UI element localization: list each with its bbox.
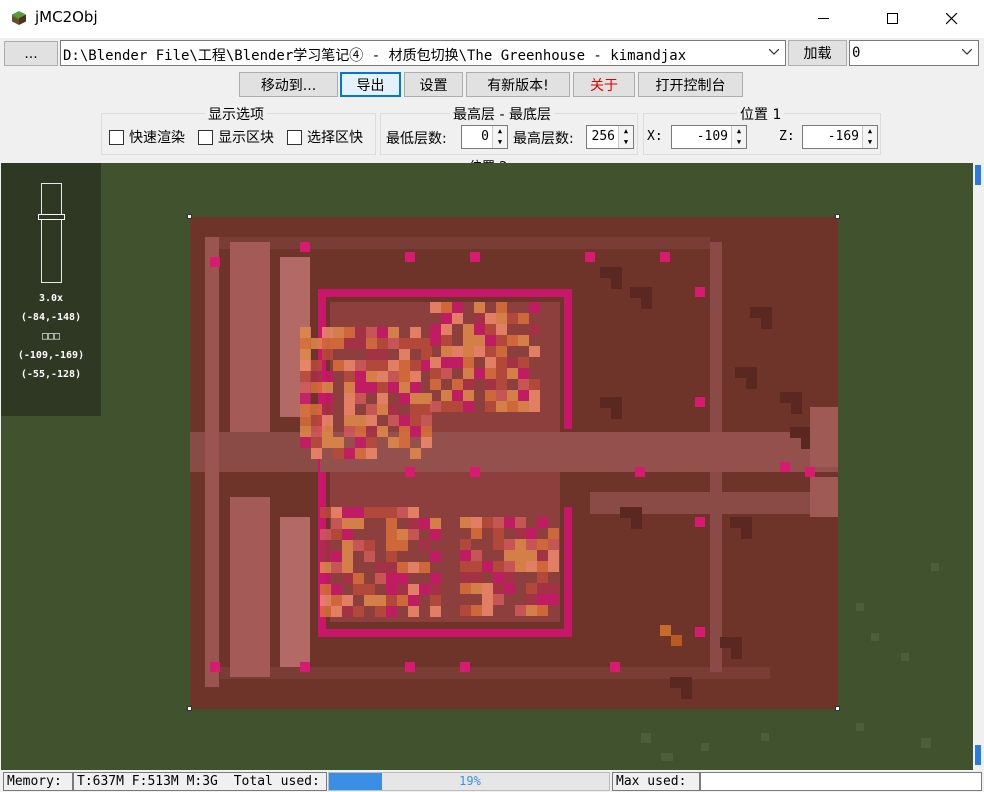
zoom-slider-thumb[interactable] — [38, 214, 65, 220]
spin-down-icon[interactable]: ▼ — [619, 137, 633, 148]
spin-up-icon[interactable]: ▲ — [732, 126, 746, 137]
minimize-button[interactable] — [801, 0, 847, 38]
selection-end-coords: (-55,-128) — [20, 369, 82, 380]
window-title: jMC2Obj — [35, 8, 98, 26]
spin-down-icon[interactable]: ▼ — [493, 137, 507, 148]
x-label: X: — [647, 129, 663, 144]
browse-button[interactable]: ... — [4, 41, 58, 66]
load-button[interactable]: 加载 — [788, 40, 847, 66]
scroll-top-indicator[interactable] — [975, 165, 981, 185]
spin-up-icon[interactable]: ▲ — [863, 126, 877, 137]
memory-value: T:637M F:513M M:3G — [77, 774, 218, 789]
resize-handle[interactable] — [835, 214, 840, 219]
memory-label: Memory: — [3, 772, 73, 791]
max-used-label: Max used: — [612, 772, 700, 791]
world-path-combobox[interactable]: D:\Blender File\工程\Blender学习笔记④ - 材质包切换\… — [60, 40, 786, 66]
max-layer-label: 最高层数: — [513, 131, 574, 147]
spin-up-icon[interactable]: ▲ — [493, 126, 507, 137]
move-to-button[interactable]: 移动到... — [239, 72, 338, 97]
zoom-level: 3.0x — [38, 293, 64, 304]
min-layer-label: 最低层数: — [386, 131, 447, 147]
spin-down-icon[interactable]: ▼ — [732, 137, 746, 148]
fast-render-checkbox[interactable]: 快速渲染 — [109, 127, 185, 147]
chevron-down-icon — [962, 49, 972, 55]
dimension-combobox[interactable]: 0 — [849, 40, 979, 66]
close-button[interactable] — [929, 0, 975, 38]
spin-up-icon[interactable]: ▲ — [619, 126, 633, 137]
select-chunks-label: 选择区快 — [307, 130, 363, 146]
position-title: 位置 1 — [737, 104, 785, 124]
total-used-progress: 19% — [328, 772, 610, 791]
scroll-bottom-indicator[interactable] — [975, 745, 981, 765]
chevron-down-icon — [769, 49, 779, 55]
min-layer-value: 0 — [481, 129, 489, 144]
z-label: Z: — [779, 129, 795, 144]
show-chunks-label: 显示区块 — [218, 130, 274, 146]
z-value: -169 — [827, 129, 859, 144]
map-preview[interactable]: 3.0x (-84,-148) □□□ (-109,-169) (-55,-12… — [1, 163, 973, 770]
maximize-button[interactable] — [870, 0, 916, 38]
min-layer-spinner[interactable]: 0 ▲ ▼ — [461, 125, 508, 149]
display-options-title: 显示选项 — [205, 104, 267, 124]
show-chunks-checkbox[interactable]: 显示区块 — [198, 127, 274, 147]
total-used-label: Total used: — [233, 774, 320, 789]
layers-title: 最高层 - 最底层 — [450, 104, 554, 124]
fast-render-label: 快速渲染 — [129, 130, 185, 146]
checkbox-box — [287, 129, 302, 145]
new-version-button[interactable]: 有新版本! — [466, 72, 570, 97]
world-path-value: D:\Blender File\工程\Blender学习笔记④ - 材质包切换\… — [63, 48, 687, 64]
checkbox-box — [198, 129, 213, 145]
dimension-value: 0 — [852, 45, 861, 61]
spinner-arrows[interactable]: ▲ ▼ — [492, 126, 507, 148]
resize-handle[interactable] — [187, 214, 192, 219]
x-value: -109 — [696, 129, 728, 144]
spinner-arrows[interactable]: ▲ ▼ — [862, 126, 877, 148]
position-2-title-partial: 位置 2 — [469, 156, 507, 163]
max-layer-value: 256 — [591, 129, 615, 144]
select-chunks-checkbox[interactable]: 选择区快 — [287, 127, 363, 147]
status-bar: Memory: T:637M F:513M M:3G Total used: 1… — [0, 770, 984, 792]
zoom-panel: 3.0x (-84,-148) □□□ (-109,-169) (-55,-12… — [1, 163, 101, 416]
spinner-arrows[interactable]: ▲ ▼ — [731, 126, 746, 148]
title-bar: jMC2Obj — [0, 0, 984, 38]
export-button[interactable]: 导出 — [340, 72, 401, 97]
grass-block-icon — [11, 10, 27, 26]
selection-region[interactable] — [187, 214, 840, 711]
resize-handle[interactable] — [835, 706, 840, 711]
checkbox-box — [109, 129, 124, 145]
total-used-percent: 19% — [459, 774, 481, 788]
spin-down-icon[interactable]: ▼ — [863, 137, 877, 148]
settings-button[interactable]: 设置 — [404, 72, 463, 97]
open-console-button[interactable]: 打开控制台 — [638, 72, 743, 97]
spinner-arrows[interactable]: ▲ ▼ — [618, 126, 633, 148]
max-used-progress — [700, 772, 982, 791]
x-spinner[interactable]: -109 ▲ ▼ — [671, 125, 747, 149]
vertical-scrollbar[interactable] — [973, 163, 984, 770]
z-spinner[interactable]: -169 ▲ ▼ — [802, 125, 878, 149]
memory-details: T:637M F:513M M:3G Total used: — [73, 772, 327, 791]
resize-handle[interactable] — [187, 706, 192, 711]
block-name: □□□ — [41, 331, 61, 342]
zoom-slider-track[interactable] — [41, 183, 62, 283]
max-layer-spinner[interactable]: 256 ▲ ▼ — [586, 125, 634, 149]
world-render — [190, 217, 838, 709]
about-button[interactable]: 关于 — [573, 72, 635, 97]
selection-start-coords: (-109,-169) — [17, 350, 85, 361]
cursor-coords: (-84,-148) — [20, 312, 82, 323]
